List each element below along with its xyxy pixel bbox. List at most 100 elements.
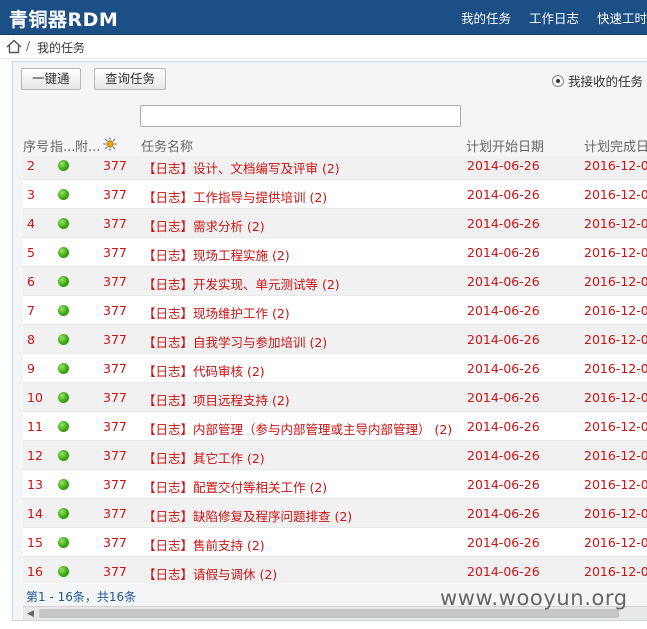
row-seq: 6: [27, 274, 35, 289]
row-seq: 7: [27, 303, 35, 318]
row-task-name[interactable]: 【日志】内部管理（参与内部管理或主导内部管理） (2): [143, 419, 452, 438]
row-end-date: 2016-12-01: [584, 477, 647, 492]
row-task-name[interactable]: 【日志】自我学习与参加培训 (2): [143, 332, 327, 351]
row-start-date: 2014-06-26: [467, 419, 540, 434]
row-task-name[interactable]: 【日志】其它工作 (2): [143, 448, 265, 467]
row-attachment-count[interactable]: 377: [103, 187, 127, 202]
row-task-name[interactable]: 【日志】现场工程实施 (2): [143, 245, 290, 264]
radio-selected-icon[interactable]: [551, 74, 564, 87]
row-task-name[interactable]: 【日志】配置交付等相关工作 (2): [143, 477, 327, 496]
table-row[interactable]: 16 377 【日志】请假与调休 (2) 2014-06-26 2016-12-01: [23, 557, 647, 583]
table-row[interactable]: 12 377 【日志】其它工作 (2) 2014-06-26 2016-12-01: [23, 441, 647, 470]
watermark: www.wooyun.org: [440, 586, 628, 610]
row-seq: 15: [27, 535, 43, 550]
row-attachment-count[interactable]: 377: [103, 274, 127, 289]
pager-info: 第1 - 16条，共16条: [26, 590, 137, 604]
row-attachment-count[interactable]: 377: [103, 506, 127, 521]
row-task-name[interactable]: 【日志】设计、文档编写及评审 (2): [143, 158, 340, 177]
gear-sun-icon[interactable]: [103, 137, 117, 151]
row-task-name[interactable]: 【日志】项目远程支持 (2): [143, 390, 290, 409]
table-row[interactable]: 8 377 【日志】自我学习与参加培训 (2) 2014-06-26 2016-12-0…: [23, 325, 647, 354]
col-indicator[interactable]: 指...: [50, 136, 75, 155]
row-attachment-count[interactable]: 377: [103, 303, 127, 318]
row-task-name[interactable]: 【日志】需求分析 (2): [143, 216, 265, 235]
row-end-date: 2016-12-01: [584, 332, 647, 347]
row-attachment-count[interactable]: 377: [103, 390, 127, 405]
green-status-dot-icon: [58, 421, 69, 432]
table-row[interactable]: 13 377 【日志】配置交付等相关工作 (2) 2014-06-26 2016-12-…: [23, 470, 647, 499]
table-row[interactable]: 3 377 【日志】工作指导与提供培训 (2) 2014-06-26 2016-12-0…: [23, 180, 647, 209]
green-status-dot-icon: [58, 247, 69, 258]
row-seq: 9: [27, 361, 35, 376]
row-task-name[interactable]: 【日志】现场维护工作 (2): [143, 303, 290, 322]
row-attachment-count[interactable]: 377: [103, 158, 127, 173]
home-icon[interactable]: [6, 39, 22, 54]
table-row[interactable]: 9 377 【日志】代码审核 (2) 2014-06-26 2016-12-01: [23, 354, 647, 383]
row-attachment-count[interactable]: 377: [103, 448, 127, 463]
table-row[interactable]: 6 377 【日志】开发实现、单元测试等 (2) 2014-06-26 2016-12-…: [23, 267, 647, 296]
row-attachment-count[interactable]: 377: [103, 245, 127, 260]
nav-quick-hours[interactable]: 快速工时: [597, 8, 647, 27]
breadcrumb-current[interactable]: 我的任务: [37, 39, 85, 56]
row-seq: 12: [27, 448, 43, 463]
col-end-date[interactable]: 计划完成日: [584, 136, 647, 155]
row-attachment-count[interactable]: 377: [103, 477, 127, 492]
row-attachment-count[interactable]: 377: [103, 535, 127, 550]
received-tasks-radio[interactable]: 我接收的任务: [551, 71, 643, 90]
table-body: 2 377 【日志】设计、文档编写及评审 (2) 2014-06-26 2016-12-…: [23, 156, 647, 583]
row-attachment-count[interactable]: 377: [103, 419, 127, 434]
row-start-date: 2014-06-26: [467, 506, 540, 521]
row-start-date: 2014-06-26: [467, 535, 540, 550]
row-start-date: 2014-06-26: [467, 303, 540, 318]
one-click-button[interactable]: 一键通: [21, 68, 81, 90]
top-nav: 我的任务 工作日志 快速工时: [443, 0, 647, 35]
row-start-date: 2014-06-26: [467, 564, 540, 579]
row-attachment-count[interactable]: 377: [103, 564, 127, 579]
table-row[interactable]: 4 377 【日志】需求分析 (2) 2014-06-26 2016-12-01: [23, 209, 647, 238]
table-row[interactable]: 5 377 【日志】现场工程实施 (2) 2014-06-26 2016-12-01: [23, 238, 647, 267]
search-input[interactable]: [140, 105, 461, 127]
table-row[interactable]: 10 377 【日志】项目远程支持 (2) 2014-06-26 2016-12-01: [23, 383, 647, 412]
row-task-name[interactable]: 【日志】售前支持 (2): [143, 535, 265, 554]
green-status-dot-icon: [58, 305, 69, 316]
row-task-name[interactable]: 【日志】代码审核 (2): [143, 361, 265, 380]
green-status-dot-icon: [58, 566, 69, 577]
table-row[interactable]: 15 377 【日志】售前支持 (2) 2014-06-26 2016-12-01: [23, 528, 647, 557]
row-seq: 2: [27, 158, 35, 173]
nav-work-log[interactable]: 工作日志: [529, 8, 579, 27]
row-end-date: 2016-12-01: [584, 303, 647, 318]
row-task-name[interactable]: 【日志】请假与调休 (2): [143, 564, 277, 583]
row-task-name[interactable]: 【日志】缺陷修复及程序问题排查 (2): [143, 506, 352, 525]
row-attachment-count[interactable]: 377: [103, 361, 127, 376]
app-logo: 青铜器RDM: [9, 9, 119, 31]
row-start-date: 2014-06-26: [467, 390, 540, 405]
row-end-date: 2016-12-01: [584, 274, 647, 289]
scroll-left-icon[interactable]: ◀: [27, 609, 34, 619]
row-start-date: 2014-06-26: [467, 361, 540, 376]
query-task-button[interactable]: 查询任务: [94, 68, 167, 90]
row-end-date: 2016-12-01: [584, 535, 647, 550]
row-task-name[interactable]: 【日志】工作指导与提供培训 (2): [143, 187, 327, 206]
nav-my-tasks[interactable]: 我的任务: [461, 8, 511, 27]
table-row[interactable]: 11 377 【日志】内部管理（参与内部管理或主导内部管理） (2) 2014-06-…: [23, 412, 647, 441]
row-seq: 3: [27, 187, 35, 202]
scroll-thumb[interactable]: [39, 609, 619, 618]
breadcrumb: / 我的任务: [0, 35, 647, 59]
row-task-name[interactable]: 【日志】开发实现、单元测试等 (2): [143, 274, 340, 293]
green-status-dot-icon: [58, 479, 69, 490]
row-start-date: 2014-06-26: [467, 216, 540, 231]
row-attachment-count[interactable]: 377: [103, 216, 127, 231]
col-attachment[interactable]: 附...: [75, 136, 100, 155]
col-task-name[interactable]: 任务名称: [141, 136, 193, 155]
table-row[interactable]: 14 377 【日志】缺陷修复及程序问题排查 (2) 2014-06-26 2016-1…: [23, 499, 647, 528]
green-status-dot-icon: [58, 363, 69, 374]
table-row[interactable]: 2 377 【日志】设计、文档编写及评审 (2) 2014-06-26 2016-12-…: [23, 156, 647, 180]
row-attachment-count[interactable]: 377: [103, 332, 127, 347]
row-end-date: 2016-12-01: [584, 390, 647, 405]
row-start-date: 2014-06-26: [467, 158, 540, 173]
green-status-dot-icon: [58, 276, 69, 287]
col-seq[interactable]: 序号: [23, 136, 49, 155]
table-header: 序号 指... 附... 任务名称 计划开始日期 计划完成日: [23, 132, 647, 156]
col-start-date[interactable]: 计划开始日期: [466, 136, 544, 155]
table-row[interactable]: 7 377 【日志】现场维护工作 (2) 2014-06-26 2016-12-01: [23, 296, 647, 325]
